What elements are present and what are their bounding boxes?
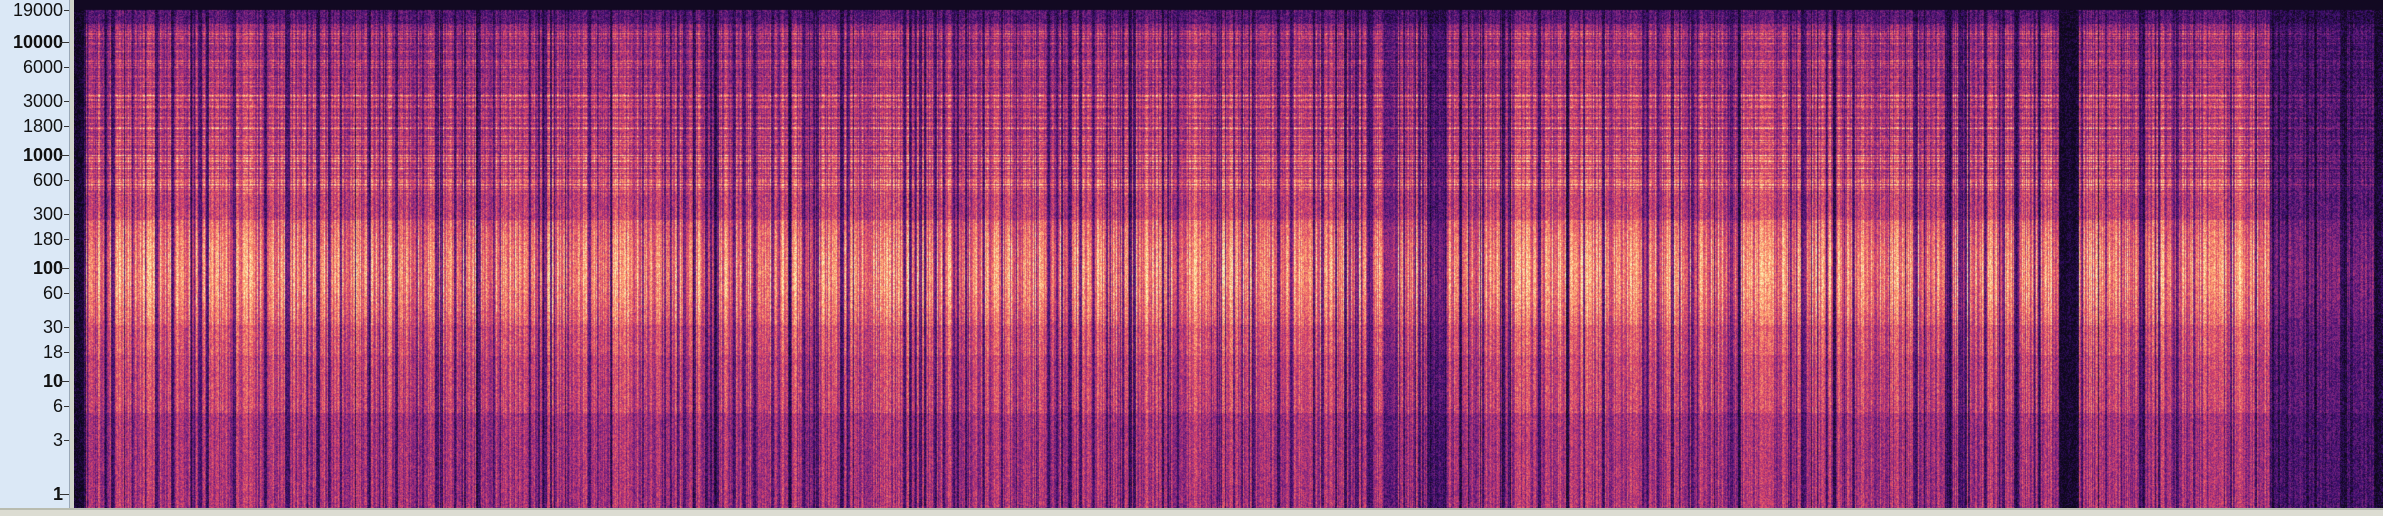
frequency-tick-mark [64,10,69,11]
frequency-tick-mark [60,380,69,382]
frequency-tick-mark [64,440,69,442]
frequency-tick-mark [60,154,69,156]
frequency-tick-label: 10000 [12,31,63,52]
frequency-tick-label: 19000 [12,0,63,20]
frequency-tick-label: 1000 [22,144,63,165]
frequency-tick-mark [64,405,69,407]
frequency-tick-label: 300 [32,203,63,224]
frequency-tick-mark [64,213,69,215]
spectrogram-clip[interactable] [74,0,2383,510]
spectrogram-canvas[interactable] [74,0,2383,510]
frequency-tick-mark [60,41,69,43]
frequency-tick-mark [64,352,69,353]
frequency-tick-label: 6 [52,395,63,416]
frequency-tick-label: 30 [42,316,63,337]
frequency-tick-mark [64,100,69,102]
frequency-tick-label: 6000 [22,56,63,77]
frequency-tick-mark [60,267,69,269]
frequency-ruler[interactable]: 19000 10000 6000 3000 1800 1000 600 300 180 100 60… [0,0,70,510]
frequency-tick-label: 1800 [22,115,63,136]
frequency-tick-label: 100 [32,257,63,278]
frequency-tick-mark [64,292,69,294]
frequency-tick-mark [60,494,69,495]
frequency-tick-mark [64,238,69,240]
frequency-tick-label: 60 [42,282,63,303]
frequency-tick-label: 600 [32,169,63,190]
track-bottom-border [0,508,2383,516]
frequency-tick-label: 3 [52,430,63,451]
frequency-tick-label: 18 [42,342,63,362]
frequency-tick-mark [64,179,69,181]
frequency-tick-label: 180 [32,228,63,249]
frequency-tick-label: 3000 [22,90,63,111]
spectrogram-track-view: 19000 10000 6000 3000 1800 1000 600 300 180 100 60… [0,0,2383,516]
frequency-tick-mark [64,66,69,68]
frequency-tick-mark [64,326,69,328]
frequency-tick-mark [64,125,69,127]
